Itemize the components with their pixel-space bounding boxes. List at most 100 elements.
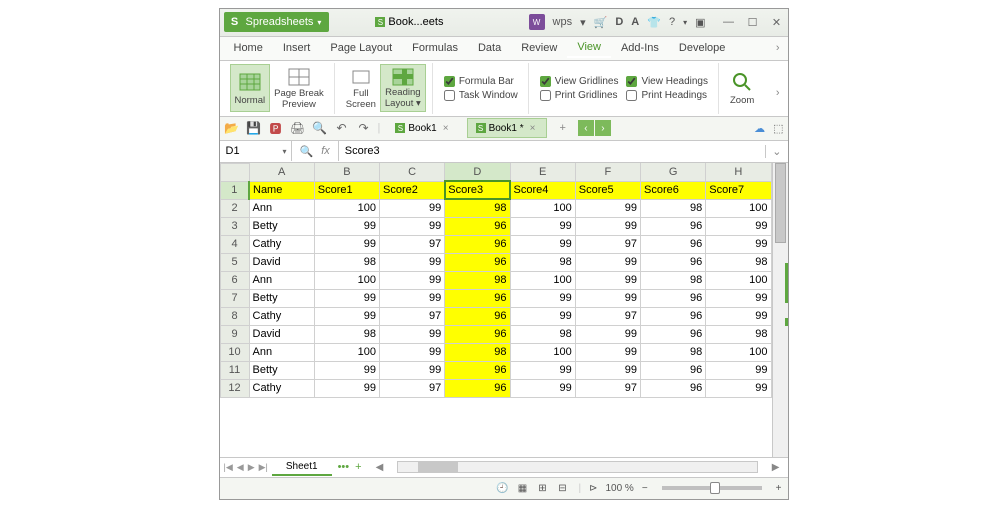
row-header-9[interactable]: 9 [220, 325, 249, 343]
column-header-c[interactable]: C [380, 163, 445, 181]
checkbox-formula-bar[interactable]: Formula Bar [444, 76, 518, 87]
cell[interactable]: 97 [575, 235, 640, 253]
cell[interactable]: 99 [314, 217, 379, 235]
menu-item-data[interactable]: Data [468, 38, 511, 58]
cell[interactable]: 96 [445, 307, 510, 325]
cell[interactable]: 98 [641, 271, 706, 289]
column-header-e[interactable]: E [510, 163, 575, 181]
cell[interactable]: 100 [314, 343, 379, 361]
first-sheet-icon[interactable]: |◀ [224, 462, 233, 473]
cell[interactable]: Score2 [380, 181, 445, 199]
add-tab-icon[interactable]: + [553, 122, 571, 134]
last-sheet-icon[interactable]: ▶| [259, 462, 268, 473]
row-header-10[interactable]: 10 [220, 343, 249, 361]
cell[interactable]: 96 [445, 235, 510, 253]
vertical-scrollbar[interactable] [772, 163, 788, 457]
cell[interactable]: Score4 [510, 181, 575, 199]
cell[interactable]: David [249, 253, 314, 271]
cell[interactable]: 96 [641, 325, 706, 343]
cell[interactable]: 99 [575, 253, 640, 271]
row-header-4[interactable]: 4 [220, 235, 249, 253]
checkbox-print-headings[interactable]: Print Headings [626, 90, 708, 101]
column-header-a[interactable]: A [249, 163, 314, 181]
cell[interactable]: 99 [314, 361, 379, 379]
cell[interactable]: Betty [249, 289, 314, 307]
checkbox-view-headings[interactable]: View Headings [626, 76, 708, 87]
cell[interactable]: Ann [249, 271, 314, 289]
cell[interactable]: 98 [510, 253, 575, 271]
undo-icon[interactable]: ↶ [334, 120, 350, 136]
cell[interactable]: Betty [249, 217, 314, 235]
cell[interactable]: 98 [641, 199, 706, 217]
tab-next-button[interactable]: › [595, 120, 611, 136]
cell[interactable]: Betty [249, 361, 314, 379]
prev-sheet-icon[interactable]: ◀ [237, 462, 244, 473]
cell[interactable]: Score1 [314, 181, 379, 199]
checkbox-input[interactable] [444, 76, 455, 87]
pdf-icon[interactable]: 🅿 [268, 120, 284, 136]
cell[interactable]: 99 [380, 253, 445, 271]
row-header-2[interactable]: 2 [220, 199, 249, 217]
cell[interactable]: 96 [641, 289, 706, 307]
page-break-preview-button[interactable]: Page Break Preview [270, 64, 328, 112]
expand-formula-bar-icon[interactable]: ⌄ [765, 145, 787, 158]
cart-icon[interactable]: 🛒 [594, 16, 608, 29]
menu-item-develope[interactable]: Develope [669, 38, 735, 58]
cell[interactable]: 99 [314, 379, 379, 397]
cell[interactable]: 96 [641, 307, 706, 325]
column-header-g[interactable]: G [641, 163, 706, 181]
normal-view-icon[interactable]: ▦ [514, 480, 530, 496]
checkbox-input[interactable] [626, 90, 637, 101]
page-break-view-icon[interactable]: ⊞ [534, 480, 550, 496]
chevron-down-icon[interactable]: ▾ [683, 18, 687, 27]
cell[interactable]: 99 [575, 343, 640, 361]
cell[interactable]: Cathy [249, 307, 314, 325]
checkbox-view-gridlines[interactable]: View Gridlines [540, 76, 619, 87]
column-header-d[interactable]: D [445, 163, 510, 181]
select-all-corner[interactable] [220, 163, 249, 181]
reading-view-icon[interactable]: ⊟ [554, 480, 570, 496]
cell[interactable]: 96 [641, 217, 706, 235]
cell[interactable]: 99 [380, 199, 445, 217]
workbook-tab-2[interactable]: S Book1 * × [467, 118, 548, 138]
cell[interactable]: 99 [380, 325, 445, 343]
bold-d-icon[interactable]: D [615, 16, 623, 28]
workbook-tab-1[interactable]: S Book1 × [386, 118, 460, 138]
cell[interactable]: 96 [445, 379, 510, 397]
cell[interactable]: 100 [510, 271, 575, 289]
close-tab-icon[interactable]: × [527, 123, 539, 134]
cell[interactable]: 98 [445, 199, 510, 217]
open-icon[interactable]: 📂 [224, 120, 240, 136]
add-sheet-icon[interactable]: + [355, 461, 361, 473]
cell[interactable]: 99 [706, 235, 771, 253]
cell[interactable]: 99 [510, 379, 575, 397]
chevron-down-icon[interactable]: ▾ [580, 16, 586, 29]
cell[interactable]: 100 [314, 199, 379, 217]
row-header-6[interactable]: 6 [220, 271, 249, 289]
checkbox-input[interactable] [540, 76, 551, 87]
zoom-out-caret-icon[interactable]: ⊳ [589, 483, 597, 494]
cell[interactable]: 99 [380, 271, 445, 289]
cell[interactable]: 96 [445, 217, 510, 235]
cell[interactable]: 96 [445, 289, 510, 307]
cell[interactable]: 99 [314, 289, 379, 307]
cell[interactable]: Name [249, 181, 314, 199]
menu-item-view[interactable]: View [567, 37, 611, 59]
cell[interactable]: 96 [641, 361, 706, 379]
app-menu-button[interactable]: S Spreadsheets ▾ [224, 12, 330, 32]
cell[interactable]: 99 [706, 379, 771, 397]
checkbox-input[interactable] [626, 76, 637, 87]
cell[interactable]: 96 [445, 361, 510, 379]
cell[interactable]: Score6 [641, 181, 706, 199]
close-button[interactable]: ✕ [770, 16, 784, 29]
cell[interactable]: 98 [641, 343, 706, 361]
checkbox-input[interactable] [444, 90, 455, 101]
menu-item-home[interactable]: Home [224, 38, 273, 58]
row-header-8[interactable]: 8 [220, 307, 249, 325]
cell[interactable]: 100 [706, 199, 771, 217]
cell[interactable]: 99 [575, 217, 640, 235]
external-icon[interactable]: ▣ [695, 16, 705, 29]
next-sheet-icon[interactable]: ▶ [248, 462, 255, 473]
zoom-out-button[interactable]: − [642, 483, 648, 494]
cell[interactable]: 98 [445, 343, 510, 361]
